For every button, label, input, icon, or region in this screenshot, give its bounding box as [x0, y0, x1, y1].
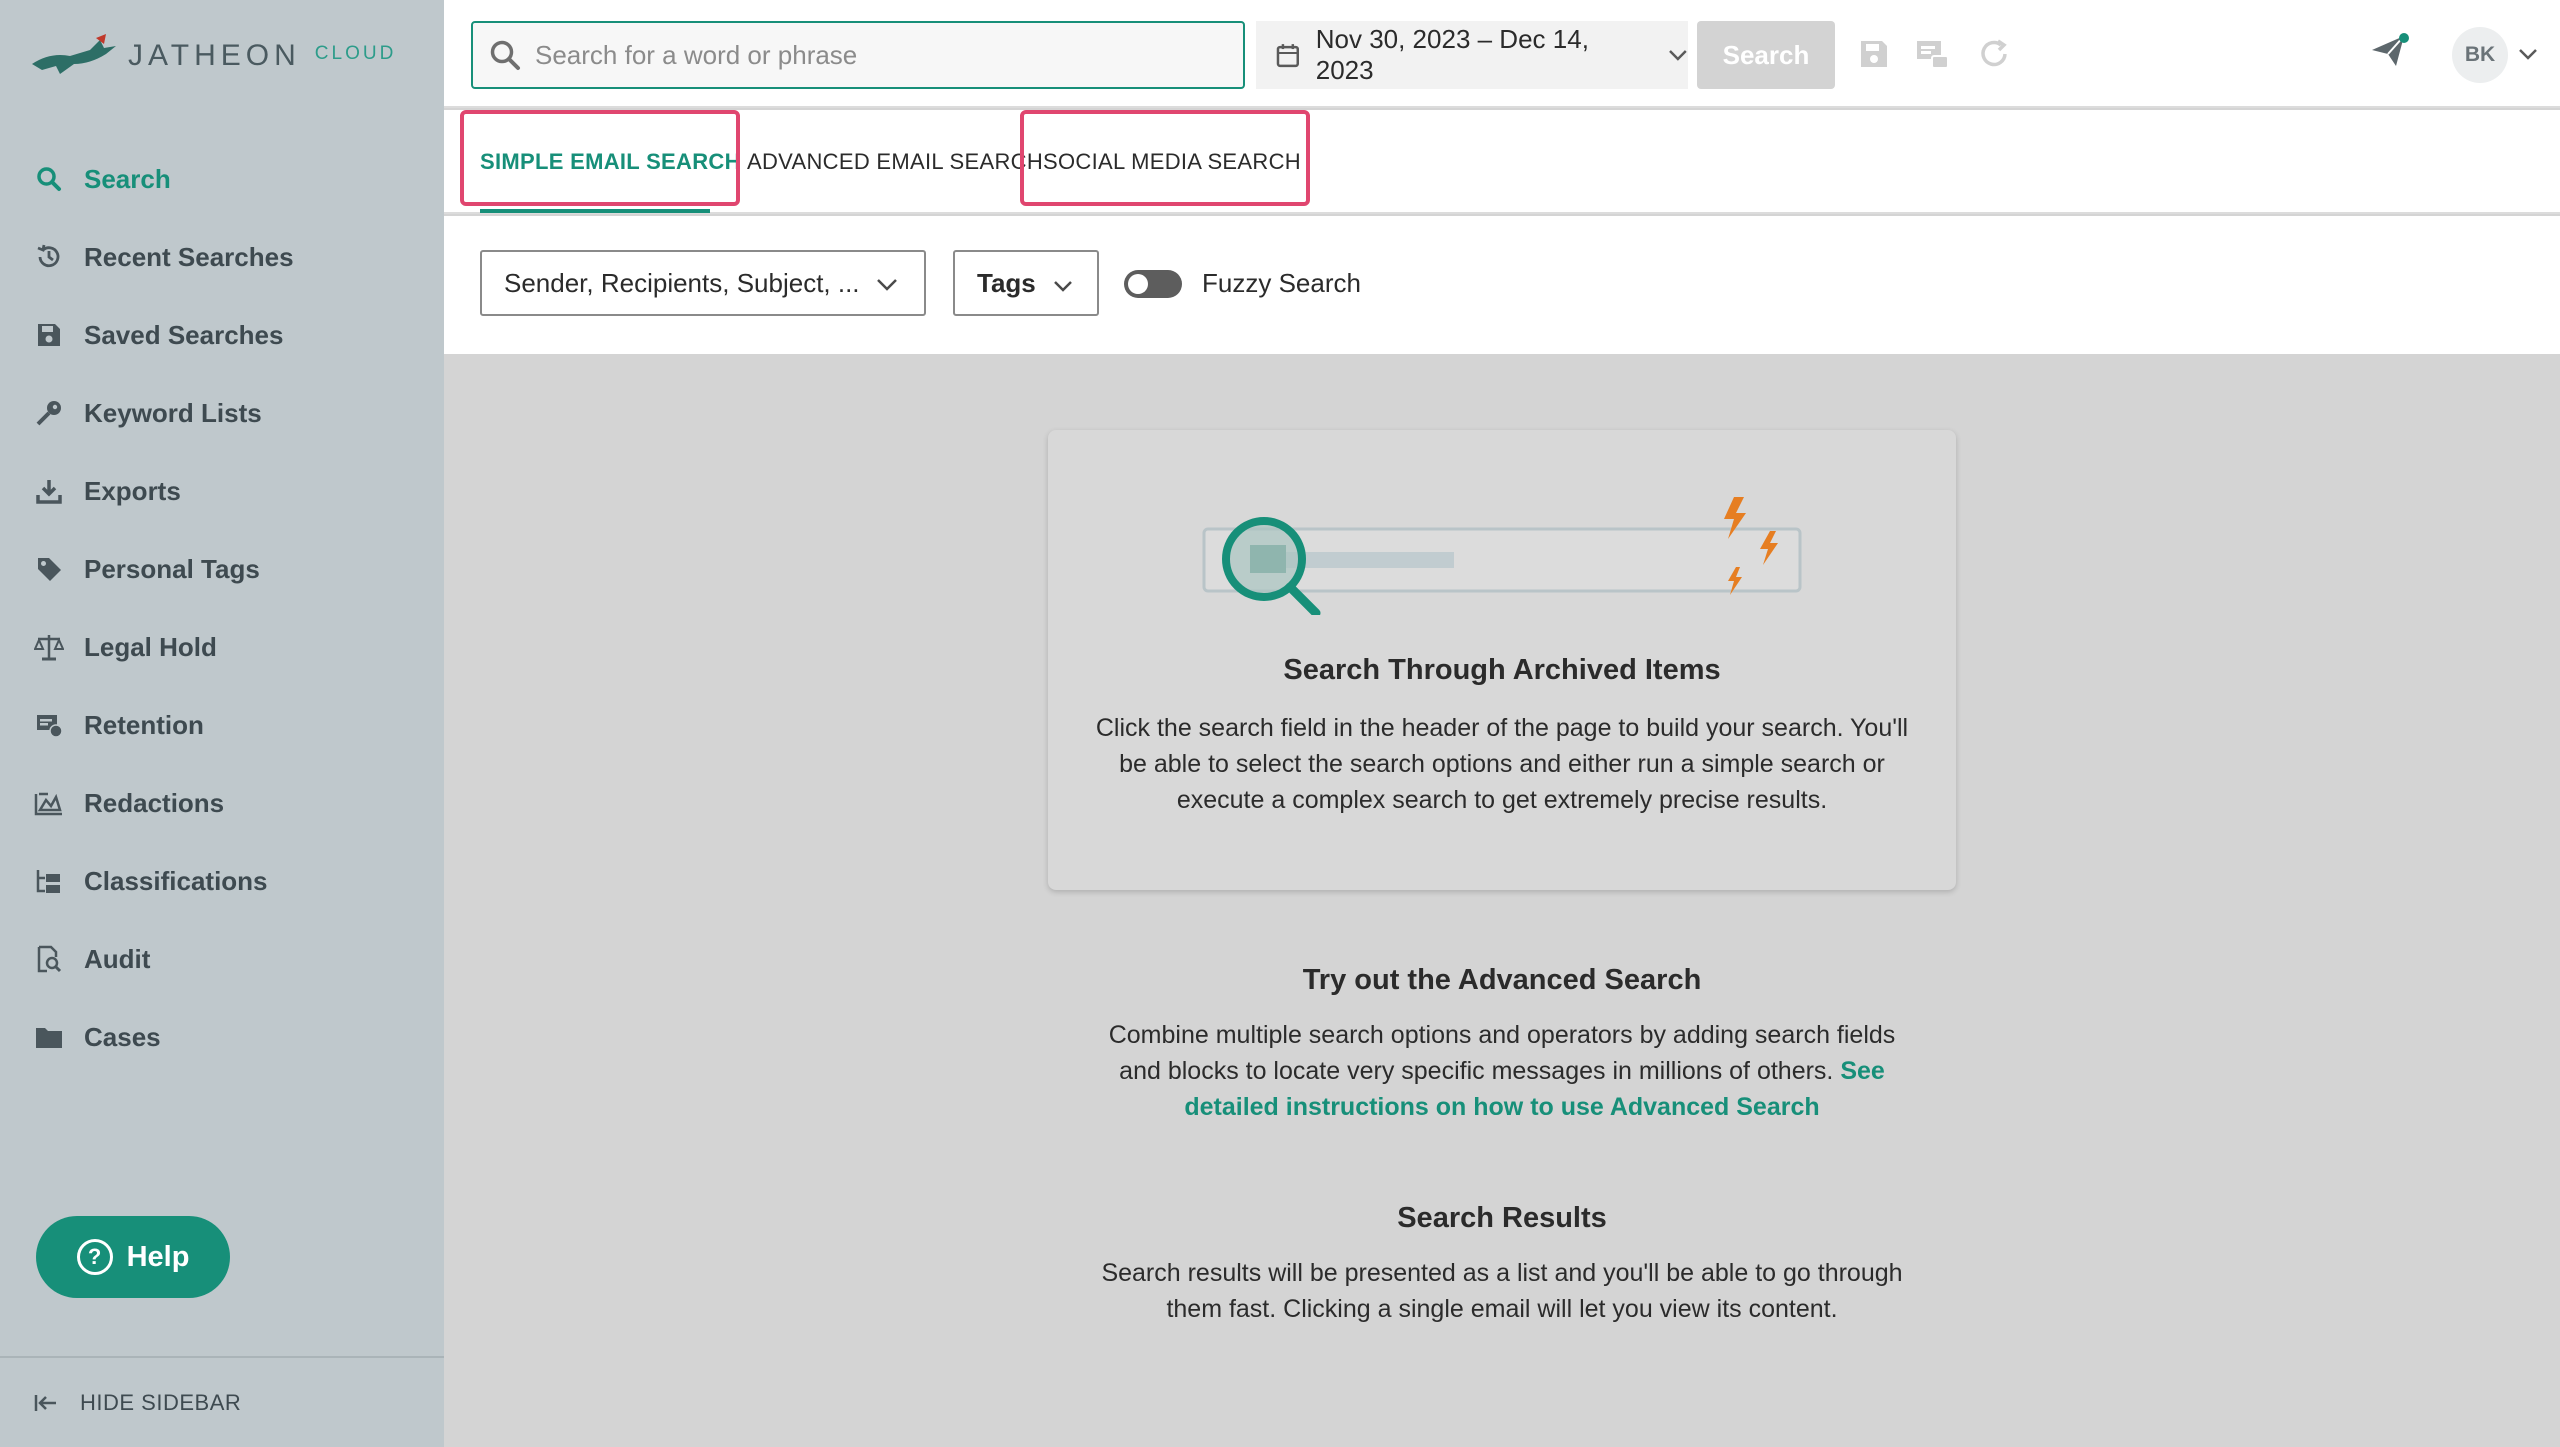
scale-icon	[34, 632, 64, 662]
date-range-picker[interactable]: Nov 30, 2023 – Dec 14, 2023	[1256, 21, 1688, 89]
sidebar-item-label: Audit	[84, 943, 151, 974]
sidebar: JATHEON CLOUD Search Recent Searches Sav…	[0, 0, 444, 1447]
toggle-knob	[1128, 274, 1148, 294]
save-icon	[34, 320, 64, 350]
help-label: Help	[126, 1240, 190, 1273]
sidebar-item-legal-hold[interactable]: Legal Hold	[0, 608, 444, 686]
sidebar-item-label: Redactions	[84, 787, 225, 818]
hide-sidebar-button[interactable]: HIDE SIDEBAR	[0, 1356, 444, 1447]
sidebar-item-label: Exports	[84, 475, 181, 506]
logo-cloud: CLOUD	[314, 43, 397, 64]
search-results-section: Search Results Search results will be pr…	[1048, 1202, 1956, 1327]
sidebar-item-label: Cases	[84, 1021, 161, 1052]
search-icon	[34, 164, 64, 194]
search-results-description: Search results will be presented as a li…	[1101, 1259, 1903, 1323]
fuzzy-search-toggle[interactable]	[1124, 270, 1182, 298]
sidebar-item-label: Recent Searches	[84, 241, 294, 272]
question-icon: ?	[76, 1239, 113, 1275]
highlight-box-social	[1020, 110, 1310, 206]
save-to-keyword-icon[interactable]	[1914, 38, 1950, 70]
hide-sidebar-label: HIDE SIDEBAR	[80, 1389, 242, 1415]
date-range-value: Nov 30, 2023 – Dec 14, 2023	[1315, 24, 1589, 85]
chevron-down-icon	[1054, 281, 1072, 292]
folder-icon	[34, 1022, 64, 1052]
sidebar-item-search[interactable]: Search	[0, 140, 444, 218]
card-title: Search Through Archived Items	[1283, 654, 1721, 686]
sidebar-item-label: Search	[84, 163, 171, 194]
sidebar-item-label: Personal Tags	[84, 553, 260, 584]
avatar[interactable]: BK	[2452, 27, 2508, 83]
sidebar-item-label: Classifications	[84, 865, 268, 896]
redaction-icon	[34, 788, 64, 818]
chevron-down-icon[interactable]	[2518, 48, 2538, 60]
classification-icon	[34, 866, 64, 896]
advanced-search-title: Try out the Advanced Search	[1302, 964, 1702, 996]
search-tabs: SIMPLE EMAIL SEARCH ADVANCED EMAIL SEARC…	[444, 110, 2560, 214]
sidebar-item-exports[interactable]: Exports	[0, 452, 444, 530]
tab-advanced-email-search[interactable]: ADVANCED EMAIL SEARCH	[747, 110, 1043, 214]
key-icon	[34, 398, 64, 428]
sidebar-item-label: Saved Searches	[84, 319, 284, 350]
refresh-icon[interactable]	[1978, 38, 2010, 70]
search-button[interactable]: Search	[1697, 21, 1835, 89]
search-box[interactable]	[471, 21, 1245, 89]
logo-wordmark: JATHEON	[128, 39, 301, 72]
sidebar-item-keyword-lists[interactable]: Keyword Lists	[0, 374, 444, 452]
search-fields-value: Sender, Recipients, Subject, ...	[504, 267, 860, 298]
advanced-search-description: Combine multiple search options and oper…	[1088, 1017, 1916, 1125]
sidebar-item-label: Retention	[84, 709, 204, 740]
search-results-title: Search Results	[1397, 1202, 1607, 1234]
search-fields-dropdown[interactable]: Sender, Recipients, Subject, ...	[480, 250, 926, 316]
audit-icon	[34, 944, 64, 974]
search-illustration-icon	[1202, 497, 1802, 615]
advanced-search-section: Try out the Advanced Search Combine mult…	[1048, 964, 1956, 1125]
highlight-box-simple	[460, 110, 740, 206]
sidebar-item-cases[interactable]: Cases	[0, 998, 444, 1076]
jatheon-logo-icon	[32, 34, 116, 74]
sidebar-item-retention[interactable]: Retention	[0, 686, 444, 764]
sidebar-item-personal-tags[interactable]: Personal Tags	[0, 530, 444, 608]
sidebar-item-saved-searches[interactable]: Saved Searches	[0, 296, 444, 374]
sidebar-item-recent-searches[interactable]: Recent Searches	[0, 218, 444, 296]
sidebar-item-redactions[interactable]: Redactions	[0, 764, 444, 842]
archived-items-card: Search Through Archived Items Click the …	[1048, 430, 1956, 890]
sidebar-item-label: Legal Hold	[84, 631, 217, 662]
fuzzy-search-label: Fuzzy Search	[1202, 268, 1361, 298]
retention-icon	[34, 710, 64, 740]
active-tab-indicator	[480, 209, 710, 213]
card-description: Click the search field in the header of …	[1095, 714, 1909, 814]
search-options-bar: Sender, Recipients, Subject, ... Tags Fu…	[444, 216, 2560, 354]
chevron-down-icon	[1669, 50, 1687, 61]
calendar-icon	[1276, 44, 1299, 68]
tag-icon	[34, 554, 64, 584]
top-header: Nov 30, 2023 – Dec 14, 2023 Search BK	[444, 0, 2560, 108]
send-notification-icon[interactable]	[2370, 30, 2410, 70]
collapse-left-icon	[34, 1394, 56, 1411]
help-button[interactable]: ? Help	[36, 1216, 230, 1298]
search-icon	[490, 40, 520, 70]
search-input[interactable]	[535, 39, 1215, 71]
sidebar-item-label: Keyword Lists	[84, 397, 262, 428]
logo[interactable]: JATHEON CLOUD	[30, 34, 396, 78]
history-icon	[34, 242, 64, 272]
tags-label: Tags	[977, 267, 1036, 298]
advanced-search-text: Combine multiple search options and oper…	[1108, 1021, 1896, 1085]
download-icon	[34, 476, 64, 506]
sidebar-item-classifications[interactable]: Classifications	[0, 842, 444, 920]
sidebar-item-audit[interactable]: Audit	[0, 920, 444, 998]
save-search-icon[interactable]	[1858, 38, 1890, 70]
tags-dropdown[interactable]: Tags	[953, 250, 1099, 316]
sidebar-nav: Search Recent Searches Saved Searches Ke…	[0, 140, 444, 1076]
chevron-down-icon	[877, 279, 897, 291]
